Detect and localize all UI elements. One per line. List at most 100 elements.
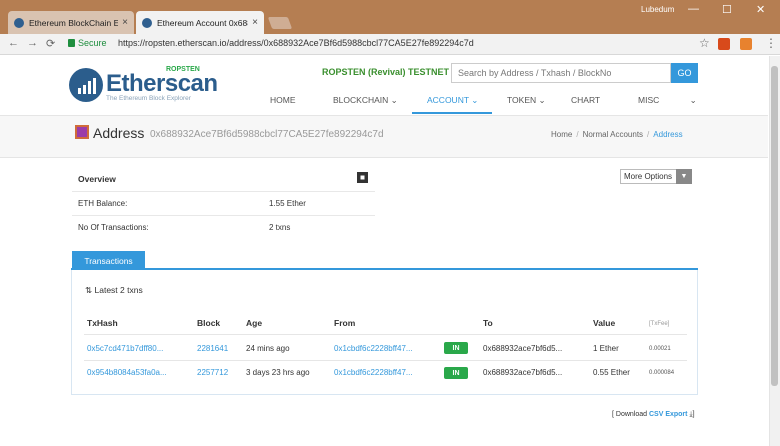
testnet-label: ROPSTEN (Revival) TESTNET <box>322 67 450 77</box>
close-window-icon[interactable]: ✕ <box>756 3 765 16</box>
overview-key: ETH Balance: <box>78 199 128 208</box>
back-icon[interactable]: ← <box>8 37 19 49</box>
qr-code-icon[interactable] <box>357 172 368 183</box>
nav-blockchain[interactable]: BLOCKCHAIN ⌄ <box>333 95 398 106</box>
in-badge: IN <box>444 342 468 354</box>
scrollbar-thumb[interactable] <box>771 66 778 386</box>
tab-close-icon[interactable]: × <box>122 17 128 28</box>
nav-misc[interactable]: MISC ⌄ <box>638 95 697 106</box>
csv-suffix: ] <box>692 411 695 418</box>
in-badge: IN <box>444 367 468 379</box>
csv-prefix: [ Download <box>612 411 648 418</box>
breadcrumb-separator: / <box>647 130 650 139</box>
tx-fee: 0.00021 <box>649 346 671 352</box>
etherscan-favicon-icon <box>142 17 152 28</box>
page-title: Address <box>93 125 145 141</box>
block-link[interactable]: 2281641 <box>197 344 228 353</box>
breadcrumb-normal-accounts[interactable]: Normal Accounts <box>583 130 643 139</box>
chevron-down-icon: ⌄ <box>538 95 546 105</box>
browser-menu-icon[interactable]: ⋮ <box>765 36 777 50</box>
extension-icon[interactable] <box>718 38 730 50</box>
search-go-button[interactable]: GO <box>671 63 698 83</box>
latest-txns-label: ⇅ Latest 2 txns <box>85 285 143 296</box>
minimize-icon[interactable]: — <box>688 3 699 15</box>
column-header-txfee: [TxFee] <box>649 321 670 327</box>
logo-bars-icon <box>78 78 96 94</box>
nav-label: HOME <box>270 95 296 105</box>
tab-label: Ethereum BlockChain Exp <box>29 17 119 28</box>
table-divider <box>84 334 687 335</box>
tx-age: 24 mins ago <box>246 344 290 353</box>
logo-network-badge: ROPSTEN <box>166 66 200 73</box>
to-address: 0x688932ace7bf6d5... <box>483 344 563 353</box>
column-header-age: Age <box>246 318 263 328</box>
tx-hash-link[interactable]: 0x5c7cd471b7dff80... <box>87 344 163 353</box>
to-address: 0x688932ace7bf6d5... <box>483 368 563 377</box>
tx-value: 1 Ether <box>593 344 619 353</box>
nav-label: ACCOUNT <box>427 95 469 105</box>
breadcrumb-address: Address <box>653 130 683 139</box>
column-header-from: From <box>334 318 356 328</box>
breadcrumb-separator: / <box>576 130 579 139</box>
overview-row-txcount: No Of Transactions: 2 txns <box>72 215 375 239</box>
from-address-link[interactable]: 0x1cbdf6c2228bff47... <box>334 344 413 353</box>
bookmark-star-icon[interactable]: ☆ <box>699 36 710 50</box>
tx-value: 0.55 Ether <box>593 368 630 377</box>
block-link[interactable]: 2257712 <box>197 368 228 377</box>
nav-chart[interactable]: CHART <box>571 95 600 105</box>
overview-value: 1.55 Ether <box>269 199 306 208</box>
nav-active-indicator <box>412 112 492 114</box>
csv-export-link[interactable]: CSV Export <box>649 411 688 418</box>
logo-text[interactable]: Etherscan <box>106 70 218 98</box>
tx-fee: 0.000084 <box>649 370 675 376</box>
breadcrumb: Home / Normal Accounts / Address <box>551 130 683 139</box>
new-tab-button[interactable] <box>267 17 293 29</box>
nav-label: BLOCKCHAIN <box>333 95 389 105</box>
csv-export: [ Download CSV Export ⤓] <box>612 411 695 419</box>
chevron-down-icon: ⌄ <box>471 95 479 105</box>
search-input[interactable]: Search by Address / Txhash / BlockNo <box>451 63 671 83</box>
column-header-value: Value <box>593 318 616 328</box>
chevron-down-icon: ⌄ <box>689 95 697 105</box>
profile-name[interactable]: Lubedum <box>641 5 674 14</box>
lock-icon <box>68 39 75 47</box>
nav-account[interactable]: ACCOUNT ⌄ <box>427 95 478 106</box>
transactions-tab-strip <box>71 250 698 270</box>
address-bar: ← → ⟳ Secure https://ropsten.etherscan.i… <box>0 34 780 55</box>
sort-icon: ⇅ <box>85 285 93 295</box>
chevron-down-icon: ▼ <box>676 169 692 184</box>
nav-token[interactable]: TOKEN ⌄ <box>507 95 546 106</box>
forward-icon[interactable]: → <box>27 37 38 49</box>
logo-tagline: The Ethereum Block Explorer <box>106 95 191 102</box>
breadcrumb-home[interactable]: Home <box>551 130 572 139</box>
tx-age: 3 days 23 hrs ago <box>246 368 310 377</box>
table-divider <box>84 360 687 361</box>
tx-hash-link[interactable]: 0x954b8084a53fa0a... <box>87 368 167 377</box>
browser-tab-account[interactable]: Ethereum Account 0x688 × <box>136 11 264 34</box>
overview-row-balance: ETH Balance: 1.55 Ether <box>72 191 375 215</box>
nav-label: CHART <box>571 95 601 105</box>
latest-txns-text: Latest 2 txns <box>94 285 143 295</box>
tab-close-icon[interactable]: × <box>252 17 258 28</box>
more-options-dropdown[interactable]: More Options ▼ <box>620 169 692 184</box>
maximize-icon[interactable]: ☐ <box>722 3 732 16</box>
nav-label: MISC <box>638 95 660 105</box>
secure-label: Secure <box>78 38 107 48</box>
column-header-block: Block <box>197 318 221 328</box>
reload-icon[interactable]: ⟳ <box>46 37 55 50</box>
nav-home[interactable]: HOME <box>270 95 296 105</box>
column-header-txhash: TxHash <box>87 318 118 328</box>
tab-transactions[interactable]: Transactions <box>72 251 145 270</box>
column-header-to: To <box>483 318 493 328</box>
overview-title: Overview <box>78 174 116 184</box>
more-options-label: More Options <box>624 172 673 181</box>
from-address-link[interactable]: 0x1cbdf6c2228bff47... <box>334 368 413 377</box>
address-identicon-icon <box>75 125 89 139</box>
chevron-down-icon: ⌄ <box>390 95 398 105</box>
browser-tab-blockchain[interactable]: Ethereum BlockChain Exp × <box>8 11 134 34</box>
etherscan-favicon-icon <box>14 17 24 28</box>
tab-label: Ethereum Account 0x688 <box>157 17 249 28</box>
url-field[interactable]: https://ropsten.etherscan.io/address/0x6… <box>118 38 474 48</box>
nav-label: TOKEN <box>507 95 537 105</box>
metamask-fox-icon[interactable] <box>740 38 752 50</box>
